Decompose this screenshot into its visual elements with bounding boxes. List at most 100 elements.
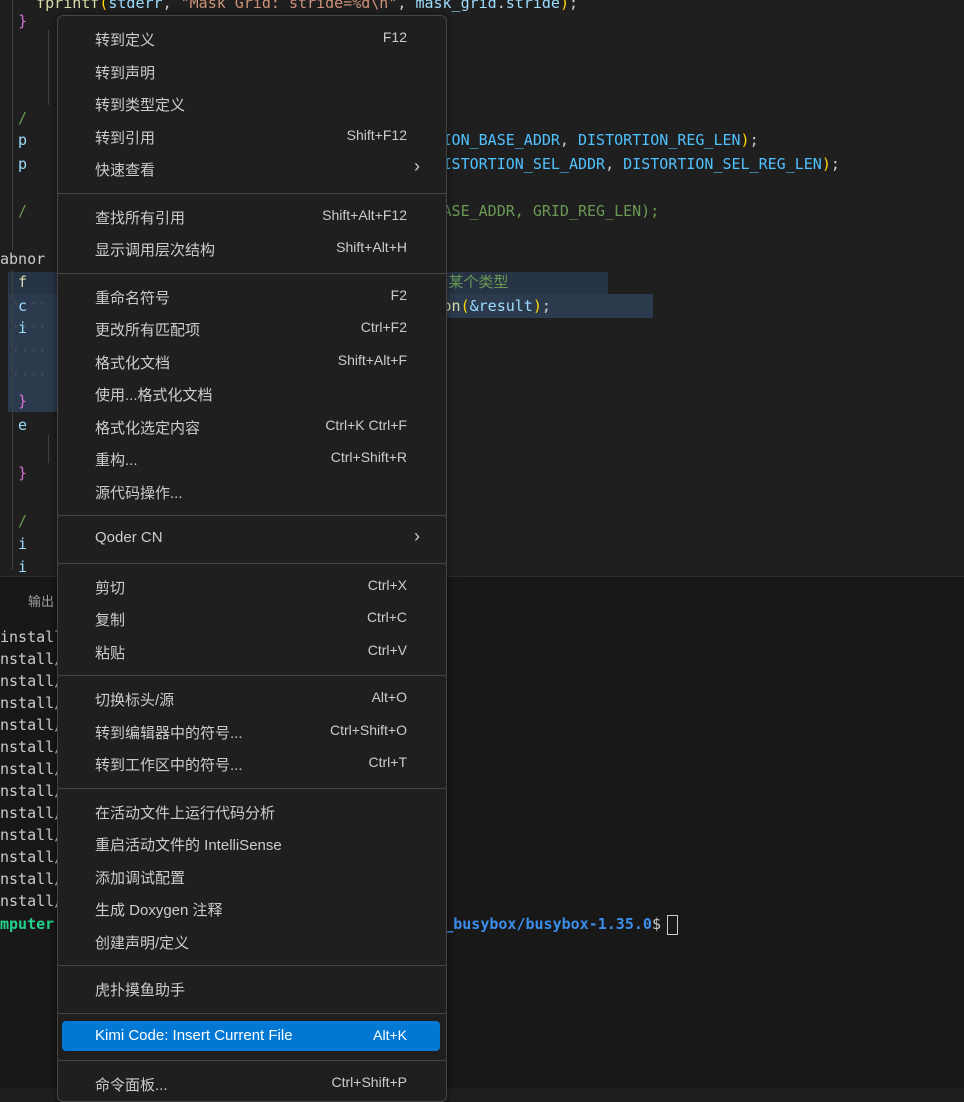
chevron-right-icon: ›: [414, 156, 420, 176]
menu-item-shortcut: F2: [390, 286, 407, 303]
code-token: fprintf: [36, 0, 100, 12]
menu-item[interactable]: 转到引用 Shift+F12: [62, 121, 440, 151]
code-token: ,: [559, 131, 578, 149]
menu-item[interactable]: 转到声明: [62, 56, 440, 86]
menu-item[interactable]: 更改所有匹配项 Ctrl+F2: [62, 313, 440, 343]
menu-item[interactable]: 显示调用层次结构 Shift+Alt+H: [62, 233, 440, 263]
menu-item-label: 复制: [95, 612, 126, 629]
menu-item[interactable]: 重构... Ctrl+Shift+R: [62, 443, 440, 473]
code-token: DISTORTION_REG_LEN: [577, 131, 741, 149]
menu-item-shortcut: Ctrl+Shift+P: [331, 1074, 407, 1090]
code-token: ): [532, 297, 542, 315]
code-token: }: [0, 392, 28, 410]
menu-item[interactable]: 虎扑摸鱼助手: [62, 973, 440, 1003]
menu-separator: [58, 787, 446, 789]
menu-item-label: 转到类型定义: [95, 97, 186, 114]
indent-guide: [48, 30, 49, 105]
menu-item[interactable]: 查找所有引用 Shift+Alt+F12: [62, 201, 440, 231]
menu-item[interactable]: 转到编辑器中的符号... Ctrl+Shift+O: [62, 716, 440, 746]
menu-item-label: 格式化文档: [95, 354, 171, 372]
tab-output[interactable]: 输出: [28, 591, 54, 610]
menu-item[interactable]: Kimi Code: Insert Current File Alt+K: [62, 1020, 440, 1051]
code-line: fprintf(stderr, "Mask Grid: stride=%d\n"…: [0, 0, 578, 14]
code-line: }: [0, 390, 27, 412]
menu-item[interactable]: 使用...格式化文档: [62, 378, 440, 408]
menu-item[interactable]: 在活动文件上运行代码分析: [62, 796, 440, 826]
menu-item[interactable]: 快速查看 ›: [62, 153, 440, 183]
menu-item-shortcut: Shift+Alt+F: [337, 351, 407, 368]
terminal-line: nstall/: [0, 892, 64, 910]
menu-item[interactable]: 复制 Ctrl+C: [62, 603, 440, 633]
menu-item-label: 转到工作区中的符号...: [95, 757, 243, 774]
menu-separator: [58, 515, 446, 516]
code-token: }: [0, 464, 28, 482]
terminal-line: nstall/: [0, 760, 64, 778]
menu-item-label: Qoder CN: [95, 529, 163, 546]
terminal-line: nstall/: [0, 650, 64, 668]
chevron-right-icon: ›: [414, 526, 420, 546]
code-token: ;: [749, 131, 759, 149]
whitespace-dots: ····: [12, 368, 48, 383]
menu-item[interactable]: 源代码操作...: [62, 476, 440, 506]
menu-item[interactable]: 添加调试配置: [62, 861, 440, 891]
menu-separator: [58, 965, 446, 966]
code-token: /: [0, 109, 28, 127]
menu-item[interactable]: 生成 Doxygen 注释: [62, 893, 440, 923]
menu-item[interactable]: 转到类型定义: [62, 88, 440, 118]
code-line: /: [0, 107, 27, 129]
menu-item-label: 虎扑摸鱼助手: [95, 982, 186, 999]
terminal-line: nstall/: [0, 870, 64, 888]
menu-item[interactable]: 剪切 Ctrl+X: [62, 571, 440, 601]
menu-item-label: 快速查看: [95, 162, 156, 179]
code-line: e: [0, 414, 27, 436]
code-token: mask_grid: [415, 0, 497, 12]
terminal-line: nstall/: [0, 848, 64, 866]
menu-item[interactable]: 重命名符号 F2: [62, 281, 440, 311]
terminal-cursor: [666, 914, 678, 935]
menu-item-shortcut: Ctrl+T: [368, 754, 408, 770]
code-line: i: [0, 317, 27, 339]
menu-item-label: 生成 Doxygen 注释: [95, 902, 223, 919]
code-token: (: [460, 297, 470, 315]
menu-item-label: Kimi Code: Insert Current File: [95, 1026, 293, 1044]
terminal-line: nstall/: [0, 738, 64, 756]
menu-item[interactable]: 重启活动文件的 IntelliSense: [62, 828, 440, 858]
menu-item[interactable]: 命令面板... Ctrl+Shift+P: [62, 1068, 440, 1098]
menu-item-shortcut: Shift+F12: [346, 126, 407, 143]
menu-item-label: 添加调试配置: [95, 869, 186, 887]
code-token: ;: [568, 0, 578, 12]
code-line: }: [0, 462, 27, 484]
menu-item[interactable]: 转到工作区中的符号... Ctrl+T: [62, 748, 440, 778]
code-token: ,: [605, 155, 624, 173]
menu-item-label: 格式化选定内容: [95, 419, 201, 437]
menu-item-shortcut: Alt+K: [373, 1026, 407, 1043]
prompt-symbol: $: [651, 915, 661, 933]
menu-item[interactable]: 切换标头/源 Alt+O: [62, 683, 440, 713]
code-token: abnor: [0, 250, 46, 268]
terminal-line: nstall/: [0, 782, 64, 800]
menu-item-label: 使用...格式化文档: [95, 387, 213, 404]
code-token: DISTORTION_SEL_REG_LEN: [623, 155, 822, 173]
menu-item-shortcut: Ctrl+V: [367, 641, 407, 658]
menu-item-label: 显示调用层次结构: [95, 242, 216, 259]
code-token: i: [0, 319, 28, 337]
menu-item-shortcut: Shift+Alt+H: [336, 239, 407, 255]
menu-item-shortcut: Ctrl+K Ctrl+F: [325, 416, 407, 433]
menu-item[interactable]: 创建声明/定义: [62, 926, 440, 956]
menu-item[interactable]: 粘贴 Ctrl+V: [62, 636, 440, 666]
menu-item[interactable]: 格式化选定内容 Ctrl+K Ctrl+F: [62, 411, 440, 441]
code-token: ;: [541, 297, 551, 315]
code-line: abnor: [0, 248, 45, 270]
menu-item-label: 转到声明: [95, 64, 156, 82]
menu-item-label: 源代码操作...: [95, 484, 183, 502]
menu-item[interactable]: 转到定义 F12: [62, 23, 440, 53]
menu-item[interactable]: Qoder CN ›: [62, 523, 440, 553]
code-token: DISTORTION_SEL_ADDR: [433, 155, 606, 173]
code-token: ): [559, 0, 569, 12]
menu-item-label: 转到定义: [95, 32, 156, 49]
menu-separator: [58, 1060, 446, 1061]
menu-item-shortcut: Ctrl+Shift+R: [330, 449, 407, 465]
menu-item-label: 更改所有匹配项: [95, 322, 201, 339]
menu-item-label: 重命名符号: [95, 289, 171, 307]
menu-item[interactable]: 格式化文档 Shift+Alt+F: [62, 346, 440, 376]
